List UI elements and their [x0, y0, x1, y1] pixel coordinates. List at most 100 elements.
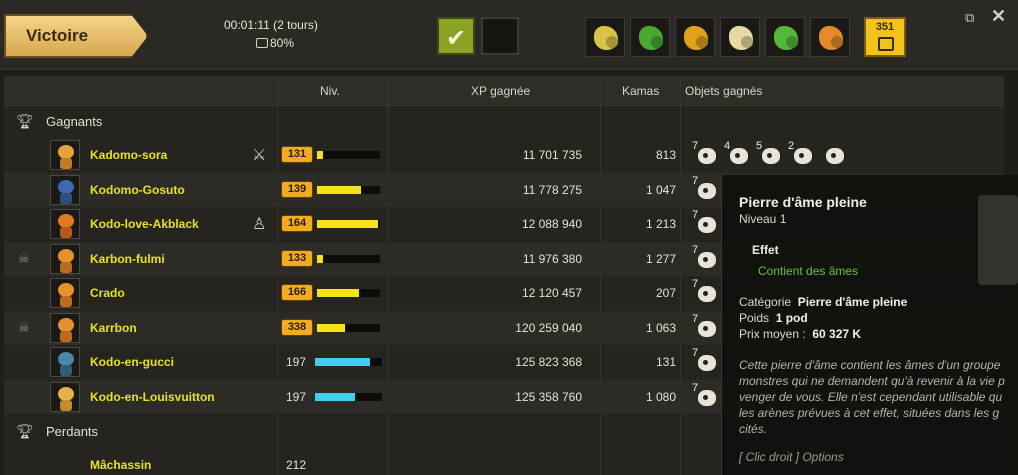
result-header: Victoire 00:01:11 (2 tours) 80% ✔ 351 ⧉ … [0, 0, 1018, 70]
pods-button[interactable]: 351 [864, 17, 906, 57]
avatar[interactable] [50, 140, 80, 170]
player-level: 133 [281, 249, 313, 267]
loot-item-slot[interactable] [765, 17, 805, 57]
player-name: Mâchassin [90, 458, 152, 472]
player-name[interactable]: Karbon-fulmi [90, 252, 165, 266]
avatar-head [58, 283, 74, 297]
soul-stone-icon[interactable]: 7 [692, 312, 720, 341]
xp-progress-fill [317, 254, 323, 263]
kamas-gained: 813 [655, 148, 676, 162]
item-graphic-detail [767, 153, 772, 158]
minimize-window-icon[interactable]: ⧉ [965, 10, 983, 25]
soul-stone-icon[interactable]: 7 [692, 140, 720, 168]
loot-item-slot[interactable] [810, 17, 850, 57]
avatar[interactable] [50, 347, 80, 377]
avatar-head [58, 386, 74, 401]
trophy-icon: 🏆︎ [16, 113, 34, 129]
player-name[interactable]: Karrbon [90, 321, 137, 335]
empty-slot-button[interactable] [481, 17, 519, 55]
item-tooltip: Pierre d'âme pleine Niveau 1 Effet Conti… [721, 175, 1018, 475]
player-name[interactable]: Kodomo-Gosuto [90, 183, 185, 197]
xp-progress-bar [315, 358, 382, 366]
player-level: 212 [286, 458, 307, 472]
item-quantity: 7 [692, 243, 699, 256]
player-name[interactable]: Kadomo-sora [90, 148, 167, 162]
avatar[interactable] [50, 174, 80, 205]
resource-icon-detail [786, 36, 798, 48]
resource-icon-detail [696, 36, 708, 48]
validate-button[interactable]: ✔ [437, 17, 475, 55]
player-level: 338 [281, 318, 313, 336]
resource-icon-detail [831, 36, 843, 48]
col-xp[interactable]: XP gagnée [471, 84, 530, 98]
avatar[interactable] [50, 381, 80, 412]
table-header: Niv. XP gagnée Kamas Objets gagnés [4, 76, 1004, 106]
weight-label: Poids [739, 311, 770, 325]
xp-gained: 120 259 040 [515, 320, 582, 335]
description-line: monstres qui ne demandent qu'à revenir à… [739, 374, 1005, 388]
winners-section: 🏆︎ Gagnants [4, 106, 1004, 136]
table-row[interactable]: Kadomo-sora ⚔ 131 11 701 735 813 7 4 5 2 [4, 138, 1004, 172]
xp-progress-bar [317, 151, 380, 159]
scroll-icon[interactable]: 5 [756, 140, 784, 168]
player-name[interactable]: Kodo-en-Louisvuitton [90, 390, 215, 404]
xp-gained: 12 088 940 [521, 217, 582, 231]
effect-text: Contient des âmes [758, 264, 859, 278]
avatar-head [58, 179, 74, 194]
soul-stone-icon[interactable]: 7 [692, 278, 720, 306]
item-quantity: 7 [692, 312, 699, 325]
loot-item-slot[interactable] [630, 17, 670, 57]
helmet-icon[interactable] [820, 142, 848, 168]
category-value: Pierre d'âme pleine [797, 295, 908, 309]
avatar-body [60, 158, 72, 169]
soul-stone-icon[interactable]: 7 [692, 243, 720, 272]
soul-stone-icon[interactable]: 7 [692, 209, 720, 237]
item-quantity: 7 [692, 140, 699, 152]
xp-progress-bar [315, 392, 382, 401]
item-graphic-detail [703, 256, 708, 262]
avatar-head [58, 317, 74, 332]
avatar[interactable] [50, 312, 80, 343]
item-price: Prix moyen : 60 327 K [739, 327, 861, 341]
xp-gained: 125 358 760 [515, 389, 582, 404]
avatar[interactable] [50, 209, 80, 239]
bag-icon [256, 38, 268, 48]
xp-progress-bar [317, 220, 380, 228]
resource-icon-detail [651, 36, 663, 48]
avatar-head [58, 248, 74, 263]
col-level[interactable]: Niv. [320, 84, 340, 98]
soul-stone-icon[interactable]: 7 [692, 347, 720, 375]
col-objects[interactable]: Objets gagnés [685, 84, 762, 98]
pods-percent: 80% [270, 36, 295, 50]
avatar[interactable] [50, 278, 80, 308]
xp-progress-fill [315, 392, 355, 401]
chest-icon [878, 37, 894, 51]
item-quantity: 7 [692, 278, 699, 290]
xp-progress-bar [317, 289, 380, 297]
loot-item-slot[interactable] [720, 17, 760, 57]
avatar-body [60, 399, 72, 411]
item-description: Cette pierre d'âme contient les âmes d'u… [739, 357, 1018, 437]
player-name[interactable]: Crado [90, 286, 125, 300]
close-icon[interactable]: ✕ [991, 6, 1009, 26]
player-name[interactable]: Kodo-love-Akblack [90, 217, 199, 231]
bone-icon[interactable]: 4 [724, 140, 752, 168]
soul-stone-icon[interactable]: 7 [692, 382, 720, 410]
player-name[interactable]: Kodo-en-gucci [90, 355, 174, 369]
item-graphic-detail [735, 153, 740, 158]
soul-stone-icon[interactable]: 7 [692, 175, 720, 203]
avatar-head [58, 352, 74, 366]
xp-progress-fill [317, 220, 378, 228]
fight-duration: 00:01:11 (2 tours) [224, 18, 318, 32]
resource-icon-detail [741, 36, 753, 48]
col-kamas[interactable]: Kamas [622, 84, 659, 98]
kamas-gained: 207 [655, 286, 676, 300]
xp-gained: 11 701 735 [522, 148, 582, 162]
winners-label: Gagnants [46, 114, 103, 129]
avatar[interactable] [50, 243, 80, 274]
item-graphic-detail [703, 222, 708, 227]
key-icon[interactable]: 2 [788, 140, 816, 168]
loot-item-slot[interactable] [585, 17, 625, 57]
tooltip-scrollbar[interactable] [978, 195, 1018, 285]
loot-item-slot[interactable] [675, 17, 715, 57]
